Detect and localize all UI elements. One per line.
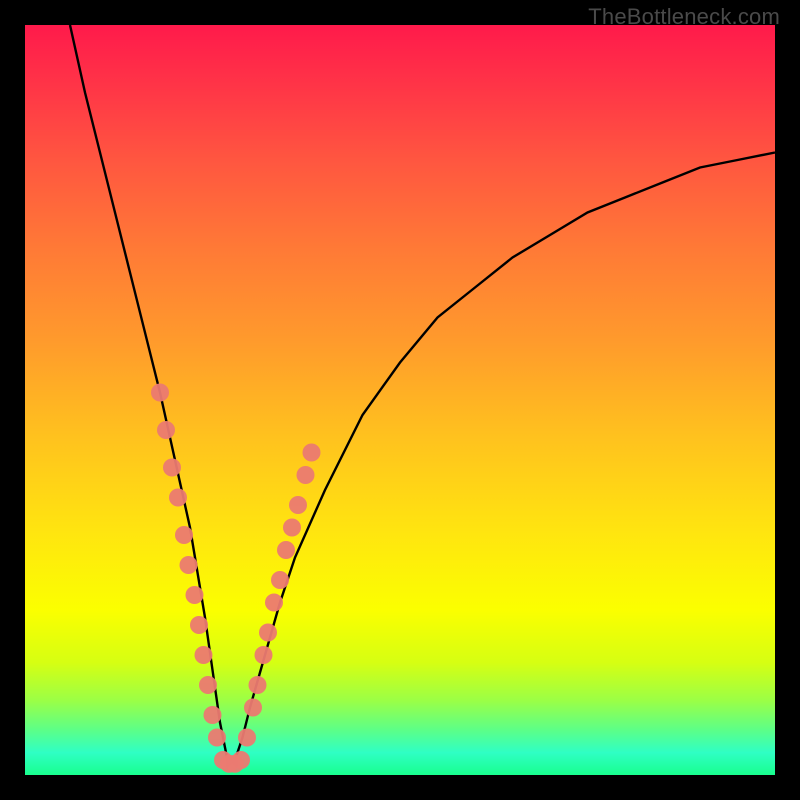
data-dot — [151, 384, 169, 402]
data-dot — [259, 624, 277, 642]
plot-svg — [25, 25, 775, 775]
data-dot — [249, 676, 267, 694]
data-dot — [297, 466, 315, 484]
bottleneck-curve — [70, 25, 775, 760]
data-dot — [232, 751, 250, 769]
data-dot — [157, 421, 175, 439]
data-dot — [180, 556, 198, 574]
data-dot — [283, 519, 301, 537]
data-dot — [163, 459, 181, 477]
data-dot — [255, 646, 273, 664]
data-dot — [271, 571, 289, 589]
data-dot — [244, 699, 262, 717]
data-dot — [277, 541, 295, 559]
data-dot — [190, 616, 208, 634]
data-dot — [169, 489, 187, 507]
data-dot — [195, 646, 213, 664]
data-dot — [303, 444, 321, 462]
data-dot — [199, 676, 217, 694]
data-dot — [204, 706, 222, 724]
data-dot — [238, 729, 256, 747]
data-dot — [265, 594, 283, 612]
data-dot — [186, 586, 204, 604]
data-dot — [175, 526, 193, 544]
dot-cluster — [151, 384, 321, 773]
data-dot — [208, 729, 226, 747]
watermark-text: TheBottleneck.com — [588, 4, 780, 30]
data-dot — [289, 496, 307, 514]
